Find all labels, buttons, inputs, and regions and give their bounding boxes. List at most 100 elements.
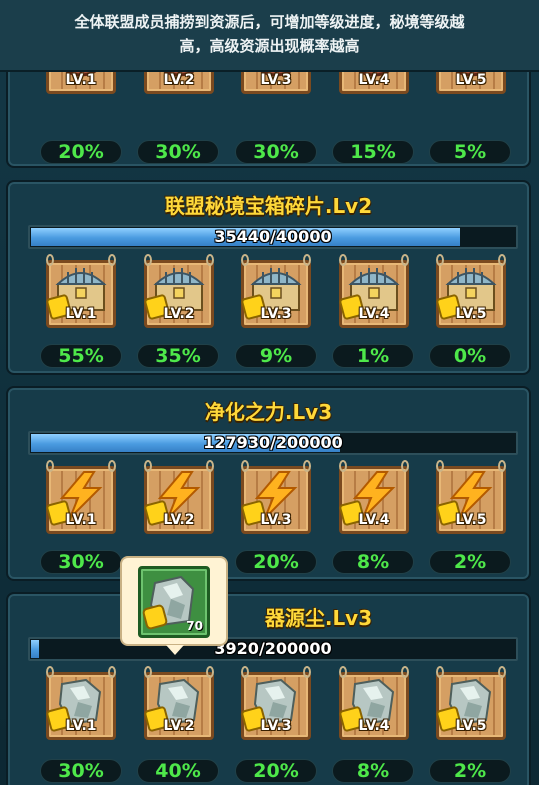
rope-decoration [108, 254, 116, 266]
drop-chance: 30% [40, 550, 122, 574]
rope-decoration [303, 666, 311, 678]
rope-decoration [241, 460, 249, 472]
level-label: LV.5 [455, 306, 487, 322]
rope-decoration [339, 254, 347, 266]
rope-decoration [498, 254, 506, 266]
level-label: LV.1 [65, 72, 97, 88]
item-slot[interactable]: LV.4 [335, 254, 413, 332]
drop-chance: 30% [40, 759, 122, 783]
rope-decoration [241, 666, 249, 678]
level-label: LV.3 [260, 306, 292, 322]
rope-decoration [144, 460, 152, 472]
item-slot[interactable]: LV.5 [432, 460, 510, 538]
item-slot[interactable]: LV.5 [432, 666, 510, 744]
item-slot[interactable]: LV.2 [140, 254, 218, 332]
rope-decoration [498, 460, 506, 472]
notice-line-1: 全体联盟成员捕捞到资源后，可增加等级进度，秘境等级越 [74, 13, 465, 31]
drop-chance: 1% [332, 344, 414, 368]
drop-chance: 30% [137, 140, 219, 164]
level-label: LV.4 [358, 512, 390, 528]
item-slot[interactable]: LV.2 [140, 666, 218, 744]
rope-decoration [206, 254, 214, 266]
rope-decoration [339, 666, 347, 678]
section-title: 联盟秘境宝箱碎片.Lv2 [164, 194, 373, 218]
progress-text: 127930/200000 [203, 433, 343, 452]
item-slot[interactable]: LV.5 [432, 254, 510, 332]
item-slot[interactable]: LV.4 [335, 460, 413, 538]
level-label: LV.5 [455, 72, 487, 88]
item-slot[interactable]: LV.3 [237, 460, 315, 538]
drop-chance: 20% [235, 759, 317, 783]
drop-chance: 0% [429, 344, 511, 368]
rope-decoration [46, 460, 54, 472]
section-dust: 器源尘.Lv3 3920/200000 LV.1 30% LV.2 40% LV.3 20… [6, 592, 531, 785]
section-title: 净化之力.Lv3 [204, 400, 333, 424]
level-label: LV.4 [358, 718, 390, 734]
info-notice: 全体联盟成员捕捞到资源后，可增加等级进度，秘境等级越 高，高级资源出现概率越高 [0, 0, 539, 72]
drop-chance: 55% [40, 344, 122, 368]
rope-decoration [401, 666, 409, 678]
item-tooltip[interactable]: 70 [120, 556, 228, 655]
drop-chance: 8% [332, 759, 414, 783]
drop-chance: 8% [332, 550, 414, 574]
progress-bar: 127930/200000 [28, 431, 518, 455]
progress-bar: 3920/200000 [28, 637, 518, 661]
level-label: LV.3 [260, 718, 292, 734]
notice-line-2: 高，高级资源出现概率越高 [179, 37, 360, 55]
rope-decoration [144, 254, 152, 266]
progress-bar: 35440/40000 [28, 225, 518, 249]
drop-chance: 20% [235, 550, 317, 574]
level-label: LV.5 [455, 512, 487, 528]
drop-chance: 2% [429, 550, 511, 574]
item-slot[interactable]: LV.1 [42, 254, 120, 332]
level-label: LV.1 [65, 718, 97, 734]
level-label: LV.3 [260, 512, 292, 528]
rope-decoration [303, 254, 311, 266]
level-label: LV.3 [260, 72, 292, 88]
rope-decoration [436, 666, 444, 678]
rope-decoration [339, 460, 347, 472]
drop-chance: 5% [429, 140, 511, 164]
drop-chance: 40% [137, 759, 219, 783]
rope-decoration [498, 666, 506, 678]
drop-chance: 2% [429, 759, 511, 783]
drop-chance: 15% [332, 140, 414, 164]
item-slot[interactable]: LV.2 [140, 460, 218, 538]
drop-chance: 9% [235, 344, 317, 368]
rope-decoration [206, 460, 214, 472]
progress-text: 35440/40000 [214, 227, 332, 246]
rope-decoration [108, 666, 116, 678]
rope-decoration [241, 254, 249, 266]
rope-decoration [303, 460, 311, 472]
level-label: LV.2 [163, 306, 195, 322]
section-purify: 净化之力.Lv3 127930/200000 LV.1 30% LV.2 LV.3 20… [6, 386, 531, 581]
rope-decoration [401, 254, 409, 266]
level-label: LV.5 [455, 718, 487, 734]
item-slot[interactable]: LV.3 [237, 666, 315, 744]
section-chest: 联盟秘境宝箱碎片.Lv2 35440/40000 LV.1 55% LV.2 35% L… [6, 180, 531, 375]
rope-decoration [401, 460, 409, 472]
rope-decoration [436, 460, 444, 472]
level-label: LV.2 [163, 512, 195, 528]
rope-decoration [46, 254, 54, 266]
item-slot[interactable]: LV.4 [335, 666, 413, 744]
item-slot[interactable]: LV.3 [237, 254, 315, 332]
progress-text: 3920/200000 [214, 639, 332, 658]
level-label: LV.4 [358, 306, 390, 322]
drop-chance: 20% [40, 140, 122, 164]
tooltip-count: 70 [186, 619, 203, 633]
rope-decoration [206, 666, 214, 678]
rope-decoration [436, 254, 444, 266]
rope-decoration [108, 460, 116, 472]
drop-chance: 30% [235, 140, 317, 164]
rope-decoration [144, 666, 152, 678]
rope-decoration [46, 666, 54, 678]
tooltip-item-frame: 70 [138, 566, 210, 638]
level-label: LV.2 [163, 718, 195, 734]
level-label: LV.2 [163, 72, 195, 88]
drop-chance: 35% [137, 344, 219, 368]
item-slot[interactable]: LV.1 [42, 460, 120, 538]
item-slot[interactable]: LV.1 [42, 666, 120, 744]
level-label: LV.4 [358, 72, 390, 88]
level-label: LV.1 [65, 306, 97, 322]
